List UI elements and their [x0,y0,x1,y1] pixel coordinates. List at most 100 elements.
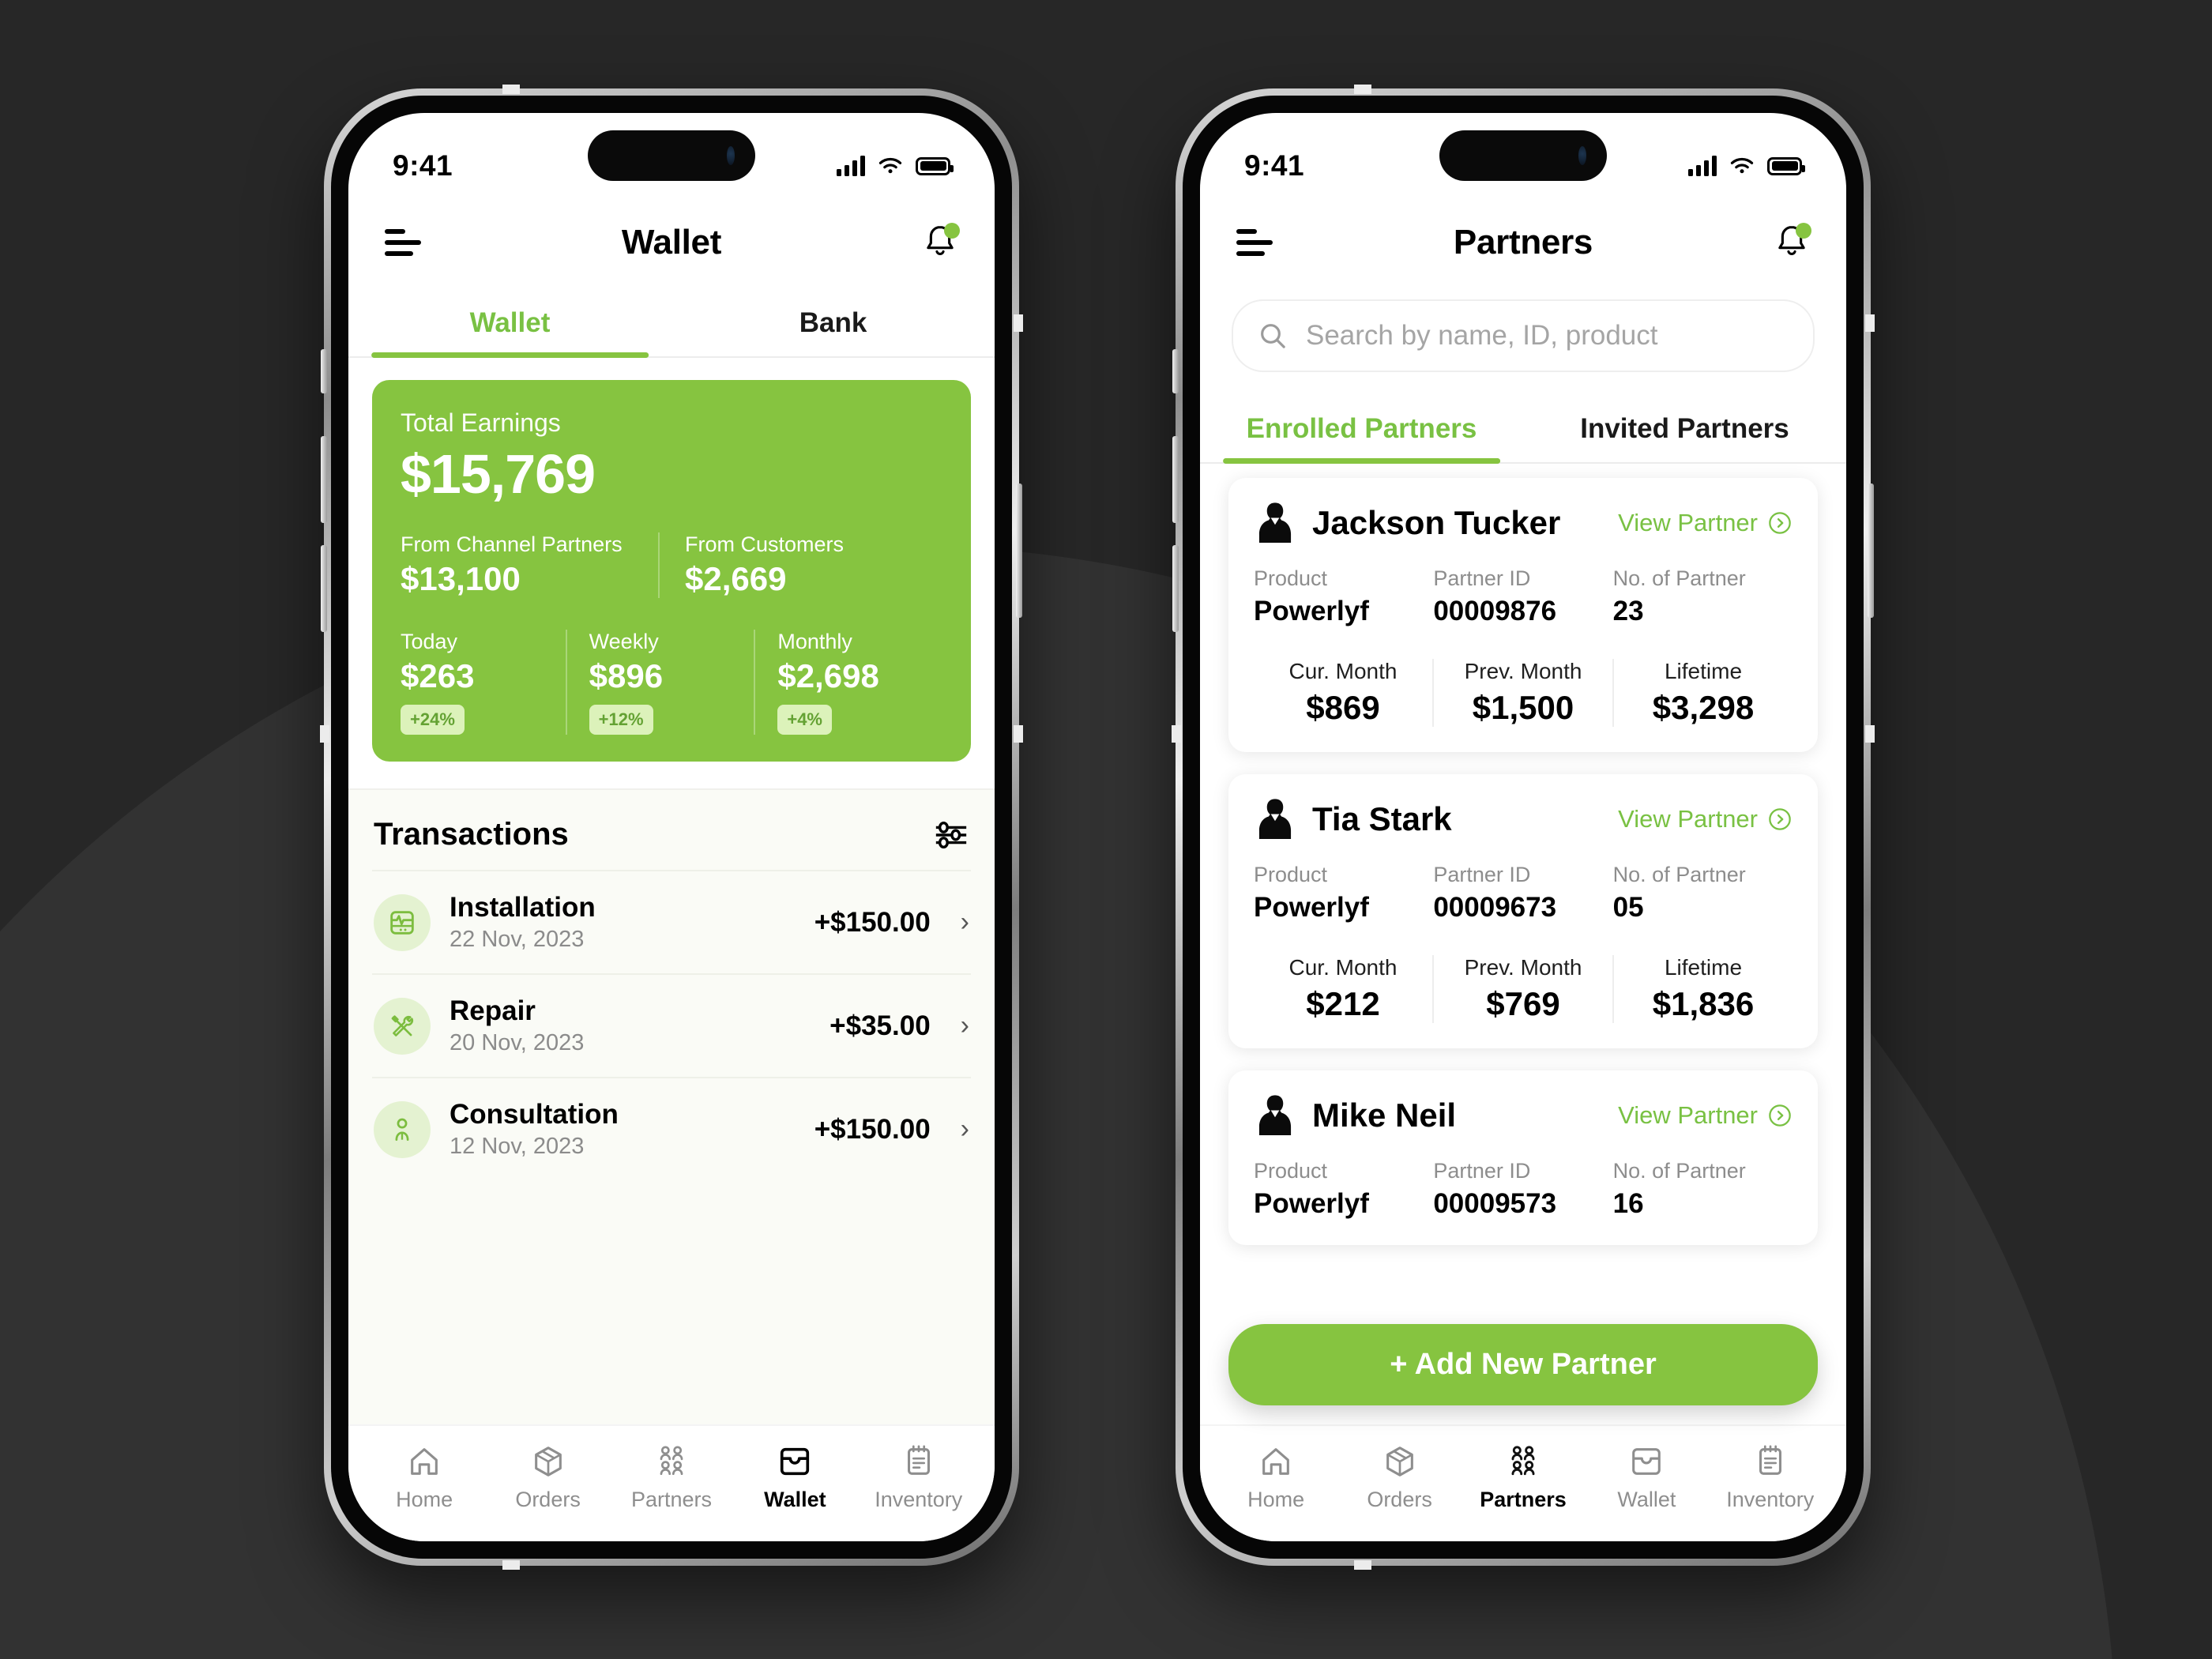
tab-bank[interactable]: Bank [672,287,995,356]
filter-sliders-icon[interactable] [933,819,969,851]
partner-field-product: Product Powerlyf [1254,1159,1433,1220]
partner-stat-lifetime: Lifetime $1,836 [1612,955,1793,1023]
phone-mockup-wallet: 9:41 Wallet Wallet Bank Total Earnings $… [320,85,1023,1570]
total-earnings-card: Total Earnings $15,769 From Channel Part… [372,380,971,762]
field-label: Partner ID [1433,1159,1531,1183]
notification-badge-dot [943,223,960,239]
table-row[interactable]: Repair 20 Nov, 2023 +$35.00 › [372,973,971,1077]
list-item[interactable]: Mike Neil View Partner Product Powerlyf … [1228,1070,1818,1245]
partner-stat-cur-month: Cur. Month $212 [1254,955,1432,1023]
transaction-amount: +$35.00 [830,1010,931,1041]
nav-label: Inventory [875,1488,963,1511]
nav-label: Partners [630,1488,712,1511]
field-value: 00009573 [1433,1188,1557,1219]
tools-icon [374,997,431,1055]
frame-antenna-band-bottom [502,1560,520,1570]
cellular-signal-icon [1688,156,1717,176]
hamburger-icon[interactable] [1236,229,1273,256]
status-bar-time: 9:41 [1244,149,1305,182]
list-item[interactable]: Tia Stark View Partner Product Powerlyf … [1228,774,1818,1048]
nav-item-partners[interactable]: Partners [1464,1443,1582,1512]
home-icon [1262,1448,1290,1475]
nav-item-inventory[interactable]: Inventory [860,1443,978,1512]
field-value: 00009673 [1433,892,1557,923]
add-new-partner-button[interactable]: + Add New Partner [1228,1324,1818,1405]
field-label: Partner ID [1433,863,1531,886]
chevron-right-icon: › [960,1114,969,1144]
partners-tabs: Enrolled Partners Invited Partners [1200,393,1846,464]
field-label: No. of Partner [1612,863,1746,886]
page-title: Partners [1453,223,1593,261]
chevron-right-icon: › [960,1010,969,1040]
avatar [1258,1095,1292,1135]
view-partner-link[interactable]: View Partner [1618,1101,1793,1130]
partner-name: Jackson Tucker [1312,504,1561,541]
field-value: Powerlyf [1254,596,1369,626]
bell-icon[interactable] [1774,223,1811,261]
table-row[interactable]: Consultation 12 Nov, 2023 +$150.00 › [372,1077,971,1180]
frame-antenna-band-left [320,725,329,743]
wallet-icon [1632,1448,1661,1475]
wifi-icon [1730,157,1754,173]
earnings-source-channel-partners: From Channel Partners $13,100 [401,532,658,598]
view-partner-label: View Partner [1618,1101,1758,1129]
field-value: 16 [1612,1188,1644,1219]
earnings-source-customers: From Customers $2,669 [658,532,942,598]
bell-icon[interactable] [922,223,960,261]
hamburger-icon[interactable] [385,229,421,256]
field-label: Product [1254,863,1328,886]
chevron-right-icon: › [960,907,969,937]
field-label: Product [1254,1159,1328,1183]
stat-label: Cur. Month [1288,955,1398,980]
view-partner-link[interactable]: View Partner [1618,509,1793,537]
field-value: 00009876 [1433,596,1557,626]
list-item[interactable]: Jackson Tucker View Partner Product Powe… [1228,478,1818,752]
stat-label: Prev. Month [1464,659,1582,683]
nav-label: Home [1247,1488,1305,1511]
partner-field-count: No. of Partner 23 [1613,566,1793,627]
partner-field-count: No. of Partner 16 [1613,1159,1793,1220]
field-label: Product [1254,566,1328,590]
view-partner-link[interactable]: View Partner [1618,805,1793,833]
stat-value: $212 [1306,985,1380,1022]
search-input[interactable]: Search by name, ID, product [1232,299,1815,372]
nav-item-wallet[interactable]: Wallet [1587,1443,1706,1512]
chevron-right-circle-icon [1769,512,1791,534]
partners-list: Jackson Tucker View Partner Product Powe… [1200,464,1846,1424]
field-value: Powerlyf [1254,892,1369,923]
nav-item-partners[interactable]: Partners [612,1443,731,1512]
period-value: $263 [401,657,475,694]
earnings-source-label: From Customers [685,532,845,556]
earnings-period-monthly: Monthly $2,698 +4% [754,630,942,735]
tab-enrolled-partners[interactable]: Enrolled Partners [1200,393,1523,462]
stat-value: $1,836 [1652,985,1755,1022]
partner-field-id: Partner ID 00009876 [1433,566,1612,627]
nav-item-wallet[interactable]: Wallet [735,1443,854,1512]
table-row[interactable]: Installation 22 Nov, 2023 +$150.00 › [372,870,971,973]
clipboard-icon [1759,1445,1781,1475]
phone-power-button [1016,483,1022,618]
field-value: 23 [1612,596,1644,626]
phone-volume-up-button [321,436,327,523]
transactions-title: Transactions [374,817,569,852]
view-partner-label: View Partner [1618,805,1758,833]
nav-item-home[interactable]: Home [365,1443,483,1512]
period-delta-badge: +12% [589,705,653,735]
nav-item-orders[interactable]: Orders [1341,1443,1459,1512]
period-value: $896 [589,657,664,694]
field-label: Partner ID [1433,566,1531,590]
nav-item-orders[interactable]: Orders [489,1443,608,1512]
transactions-section: Transactions Installation 22 Nov, 2023 +… [348,788,995,1424]
frame-antenna-band-right-top [1014,314,1023,332]
earnings-period-today: Today $263 +24% [401,630,566,735]
tab-wallet[interactable]: Wallet [348,287,672,356]
view-partner-label: View Partner [1618,509,1758,536]
nav-label: Wallet [764,1488,826,1511]
tab-invited-partners[interactable]: Invited Partners [1523,393,1846,462]
nav-label: Orders [1367,1488,1432,1511]
nav-item-home[interactable]: Home [1217,1443,1335,1512]
dynamic-island [1439,130,1607,181]
transaction-name: Installation [450,892,596,923]
nav-item-inventory[interactable]: Inventory [1711,1443,1830,1512]
frame-antenna-band-top [1354,85,1371,94]
